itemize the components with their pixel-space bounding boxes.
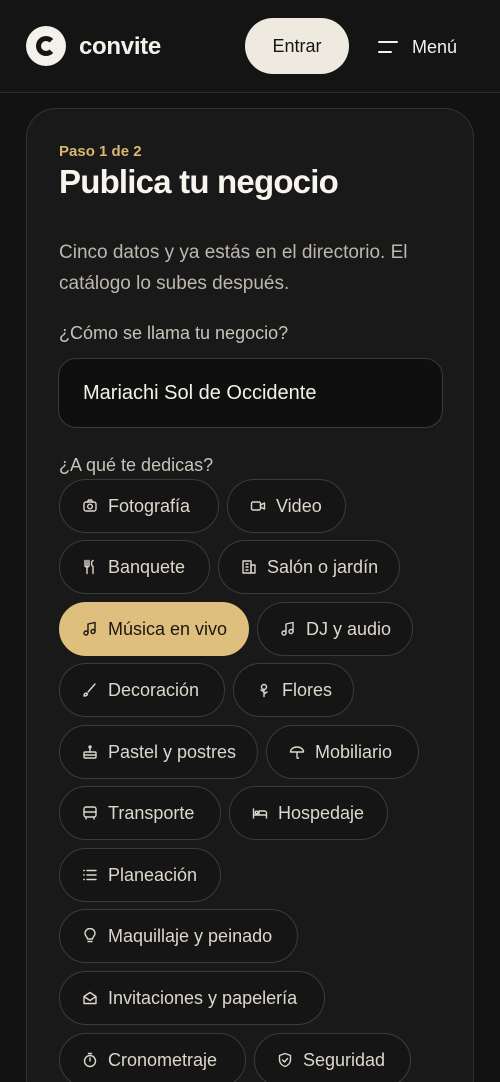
business-form-card: Paso 1 de 2 Publica tu negocio Cinco dat…: [26, 108, 474, 1082]
category-chip[interactable]: DJ y audio: [257, 602, 413, 656]
brand-name[interactable]: convite: [79, 33, 161, 61]
category-chip-label: DJ y audio: [306, 618, 392, 639]
category-chip-label: Video: [276, 495, 322, 516]
category-chip[interactable]: Video: [227, 479, 346, 533]
menu-label: Menú: [412, 36, 458, 57]
cake-icon: [82, 744, 98, 760]
music-note-icon: [82, 621, 98, 637]
page-title: Publica tu negocio: [59, 163, 339, 200]
list-icon: [82, 867, 98, 883]
category-chip[interactable]: Mobiliario: [266, 725, 419, 779]
form-description: Cinco datos y ya estás en el directorio.…: [59, 242, 408, 294]
category-chip-label: Invitaciones y papelería: [108, 987, 298, 1008]
timer-icon: [82, 1052, 98, 1068]
category-chip-label: Transporte: [108, 802, 195, 823]
menu-button[interactable]: Menú: [378, 34, 457, 60]
category-chip-label: Pastel y postres: [108, 741, 237, 762]
umbrella-icon: [289, 744, 305, 760]
category-chip[interactable]: Banquete: [59, 540, 210, 594]
video-icon: [250, 498, 266, 514]
category-chip-label: Maquillaje y peinado: [108, 925, 273, 946]
lightbulb-icon: [82, 928, 98, 944]
category-chip-label: Salón o jardín: [267, 556, 379, 577]
building-icon: [241, 559, 257, 575]
category-label: ¿A qué te dedicas?: [59, 455, 214, 475]
envelope-icon: [82, 990, 98, 1006]
bus-icon: [82, 805, 98, 821]
category-chip-label: Decoración: [108, 679, 200, 700]
category-chip[interactable]: Decoración: [59, 663, 225, 717]
shield-icon: [277, 1052, 293, 1068]
flower-icon: [256, 682, 272, 698]
category-chip[interactable]: Flores: [233, 663, 354, 717]
category-chip[interactable]: Salón o jardín: [218, 540, 400, 594]
business-name-input[interactable]: [58, 358, 443, 428]
category-chip-label: Cronometraje: [108, 1049, 218, 1070]
category-chip-label: Música en vivo: [108, 618, 228, 639]
category-chip[interactable]: Hospedaje: [229, 786, 388, 840]
category-chip-label: Planeación: [108, 864, 198, 885]
category-chip[interactable]: Seguridad: [254, 1033, 411, 1082]
category-chip[interactable]: Maquillaje y peinado: [59, 909, 298, 963]
business-name-label: ¿Cómo se llama tu negocio?: [59, 323, 289, 343]
step-indicator: Paso 1 de 2: [59, 143, 142, 160]
category-chip[interactable]: Música en vivo: [59, 602, 249, 656]
category-chip[interactable]: Invitaciones y papelería: [59, 971, 325, 1025]
utensils-icon: [82, 559, 98, 575]
category-chip-label: Seguridad: [303, 1049, 386, 1070]
music-note-icon: [280, 621, 296, 637]
convite-logo-icon[interactable]: [26, 26, 66, 66]
bed-icon: [252, 805, 268, 821]
top-bar: convite Entrar Menú: [0, 0, 500, 93]
category-chip-label: Hospedaje: [278, 802, 365, 823]
camera-icon: [82, 498, 98, 514]
login-button[interactable]: Entrar: [245, 18, 349, 74]
category-chip-label: Flores: [282, 679, 333, 700]
category-chip[interactable]: Planeación: [59, 848, 221, 902]
category-chip-label: Banquete: [108, 556, 186, 577]
hamburger-icon: [378, 41, 398, 53]
category-chip[interactable]: Fotografía: [59, 479, 219, 533]
category-chip-label: Fotografía: [108, 495, 191, 516]
category-chip[interactable]: Transporte: [59, 786, 221, 840]
brush-icon: [82, 682, 98, 698]
category-chip[interactable]: Pastel y postres: [59, 725, 258, 779]
category-chip[interactable]: Cronometraje: [59, 1033, 246, 1082]
category-chip-label: Mobiliario: [315, 741, 393, 762]
